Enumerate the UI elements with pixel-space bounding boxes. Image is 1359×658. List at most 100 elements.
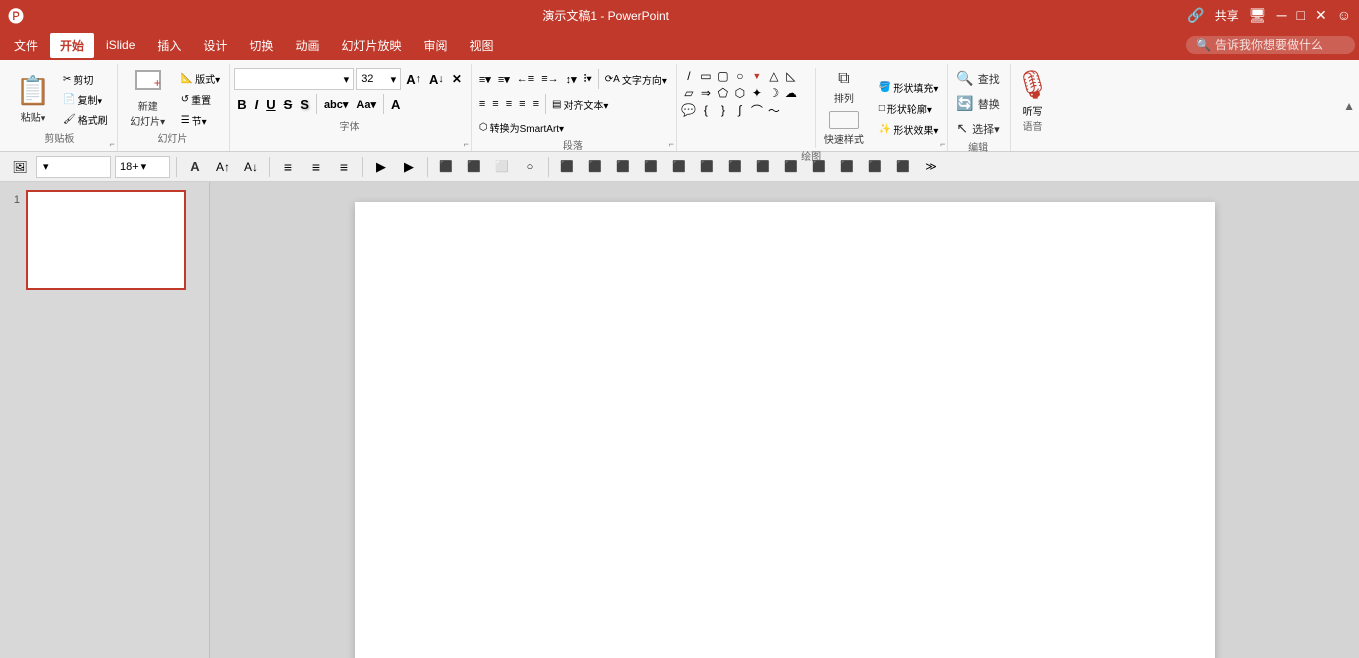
copy-button[interactable]: 📄 复制▾	[60, 90, 111, 109]
new-slide-button[interactable]: + 新建幻灯片▾	[122, 68, 174, 130]
replace-button[interactable]: 🔄 替换	[952, 93, 1003, 114]
share-label[interactable]: 共享	[1215, 7, 1239, 24]
menu-insert[interactable]: 插入	[147, 33, 191, 58]
draw-font-increase-tool[interactable]: A↑	[211, 155, 235, 179]
draw-color2-tool[interactable]: ▶	[397, 155, 421, 179]
layout-button[interactable]: 📐 版式▾	[178, 69, 223, 88]
char-spacing-button[interactable]: abc▾	[321, 93, 351, 115]
menu-slideshow[interactable]: 幻灯片放映	[331, 33, 411, 58]
align-text-button[interactable]: ▤ 对齐文本▾	[549, 95, 611, 114]
shape-star[interactable]: ✦	[749, 85, 765, 101]
numbering-button[interactable]: ≡▾	[495, 68, 513, 90]
increase-indent-button[interactable]: ≡→	[538, 68, 561, 90]
image-tool[interactable]: 🖼	[8, 155, 32, 179]
select-button[interactable]: ↖ 选择▾	[952, 118, 1003, 139]
shape-effect-button[interactable]: ✨ 形状效果▾	[876, 120, 941, 139]
shape-roundrect[interactable]: ▢	[715, 68, 731, 84]
drawing-font-select[interactable]: ▾	[36, 156, 111, 178]
shape-arrow[interactable]: ⇒	[698, 85, 714, 101]
bullets-button[interactable]: ≡▾	[476, 68, 494, 90]
justify-button[interactable]: ≡	[516, 93, 528, 115]
line-spacing-button[interactable]: ↕▾	[563, 68, 580, 90]
shape-scribble[interactable]: 〜	[766, 102, 782, 118]
shape-brace[interactable]: }	[715, 102, 731, 118]
shape-hexagon[interactable]: ⬡	[732, 85, 748, 101]
menu-review[interactable]: 审阅	[413, 33, 457, 58]
window-icon[interactable]: 🖥	[1249, 7, 1267, 24]
draw-shape4-tool[interactable]: ○	[518, 155, 542, 179]
draw-op3-tool[interactable]: ⬛	[611, 155, 635, 179]
font-name-select[interactable]: ▾	[234, 68, 354, 90]
shape-line[interactable]: /	[681, 68, 697, 84]
shape-cloud[interactable]: ☁	[783, 85, 799, 101]
menu-islide[interactable]: iSlide	[96, 34, 145, 56]
menu-view[interactable]: 视图	[459, 33, 503, 58]
align-center-button[interactable]: ≡	[489, 93, 501, 115]
smiley-icon[interactable]: ☺	[1337, 7, 1351, 23]
font-expand[interactable]: ⌐	[464, 139, 469, 149]
shape-pentagon[interactable]: ⬠	[715, 85, 731, 101]
draw-color-tool[interactable]: ▶	[369, 155, 393, 179]
draw-text-color-tool[interactable]: A	[183, 155, 207, 179]
find-button[interactable]: 🔍 查找	[952, 68, 1003, 89]
text-direction-button[interactable]: ⟳A 文字方向▾	[602, 70, 670, 89]
menu-file[interactable]: 文件	[4, 33, 48, 58]
reset-button[interactable]: ↺ 重置	[178, 90, 223, 109]
draw-op2-tool[interactable]: ⬛	[583, 155, 607, 179]
draw-font-decrease-tool[interactable]: A↓	[239, 155, 263, 179]
close-icon[interactable]: ✕	[1315, 7, 1327, 24]
section-button[interactable]: ☰ 节▾	[178, 111, 223, 130]
slide-canvas[interactable]	[355, 202, 1215, 658]
font-size-decrease-button[interactable]: A↓	[426, 68, 447, 90]
share-icon[interactable]: 🔗	[1187, 7, 1204, 24]
align-justify-button[interactable]: ≡	[530, 93, 542, 115]
ribbon-collapse-button[interactable]: ▲	[1343, 99, 1355, 113]
menu-animation[interactable]: 动画	[285, 33, 329, 58]
shape-rect[interactable]: ▭	[698, 68, 714, 84]
font-case-button[interactable]: Aa▾	[353, 93, 379, 115]
menu-transition[interactable]: 切换	[239, 33, 283, 58]
draw-op4-tool[interactable]: ⬛	[639, 155, 663, 179]
shape-circle[interactable]: ○	[732, 68, 748, 84]
shape-freeform[interactable]: ⌒	[749, 102, 765, 118]
font-size-select[interactable]: 32 ▾	[356, 68, 401, 90]
draw-shape2-tool[interactable]: ⬛	[462, 155, 486, 179]
arrange-button[interactable]: ⧉ 排列	[820, 68, 868, 107]
search-box[interactable]: 🔍	[1186, 36, 1355, 54]
decrease-indent-button[interactable]: ←≡	[514, 68, 537, 90]
drawing-expand[interactable]: ⌐	[940, 139, 945, 149]
shape-outline-button[interactable]: □ 形状轮廓▾	[876, 99, 941, 118]
shape-more[interactable]: ▼	[749, 68, 765, 84]
shape-bracket[interactable]: {	[698, 102, 714, 118]
underline-button[interactable]: U	[263, 93, 278, 115]
shape-crescent[interactable]: ☽	[766, 85, 782, 101]
search-input[interactable]	[1215, 38, 1345, 52]
font-size-increase-button[interactable]: A↑	[403, 68, 424, 90]
menu-home[interactable]: 开始	[50, 33, 94, 58]
shape-rtriangle[interactable]: ◺	[783, 68, 799, 84]
cut-button[interactable]: ✂ 剪切	[60, 70, 111, 89]
drawing-size-select[interactable]: 18+ ▾	[115, 156, 170, 178]
paragraph-expand[interactable]: ⌐	[669, 139, 674, 149]
menu-design[interactable]: 设计	[193, 33, 237, 58]
italic-button[interactable]: I	[252, 93, 262, 115]
restore-icon[interactable]: □	[1297, 7, 1305, 23]
align-right-button[interactable]: ≡	[503, 93, 515, 115]
draw-shape1-tool[interactable]: ⬛	[434, 155, 458, 179]
draw-align-left-tool[interactable]: ≡	[276, 155, 300, 179]
shape-curve[interactable]: ∫	[732, 102, 748, 118]
clear-format-button[interactable]: ✕	[449, 68, 465, 90]
align-left-button[interactable]: ≡	[476, 93, 488, 115]
shadow-button[interactable]: S	[297, 93, 312, 115]
paste-button[interactable]: 📋 粘贴▾	[8, 68, 58, 130]
columns-button[interactable]: ⫶▾	[581, 68, 595, 90]
font-color-button[interactable]: A	[388, 93, 403, 115]
draw-op1-tool[interactable]: ⬛	[555, 155, 579, 179]
draw-align-right-tool[interactable]: ≡	[332, 155, 356, 179]
bold-button[interactable]: B	[234, 93, 249, 115]
clipboard-expand[interactable]: ⌐	[109, 139, 114, 149]
convert-smartart-button[interactable]: ⬡ 转换为SmartArt▾	[476, 118, 567, 137]
shape-callout[interactable]: 💬	[681, 102, 697, 118]
draw-align-center-tool[interactable]: ≡	[304, 155, 328, 179]
shape-parallelogram[interactable]: ▱	[681, 85, 697, 101]
